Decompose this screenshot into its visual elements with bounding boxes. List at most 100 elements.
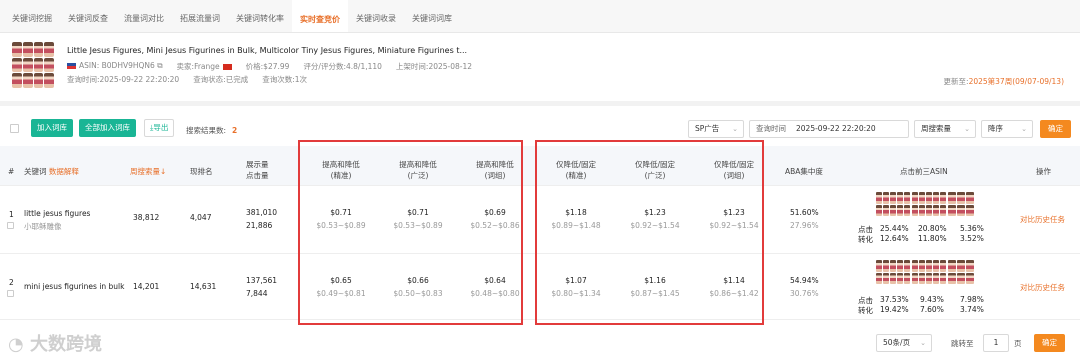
tab-keyword-reverse[interactable]: 关键词反查: [60, 0, 116, 32]
export-label: 导出: [153, 123, 169, 132]
asin-image[interactable]: [912, 260, 946, 284]
keyword-text[interactable]: little jesus figures: [24, 209, 90, 218]
tab-expand-traffic[interactable]: 拓展流量词: [172, 0, 228, 32]
sort-order-value: 降序: [988, 124, 1003, 133]
row-index: 2: [9, 278, 14, 287]
bid-up-phrase: $0.64: [484, 276, 506, 285]
result-count-value: 2: [232, 126, 238, 135]
bid-up-broad-range: $0.53~$0.89: [393, 221, 443, 230]
ad-type-select[interactable]: SP广告 ⌄: [688, 120, 744, 138]
product-meta-row2: 查询时间:2025-09-22 22:20:20 查询状态:已完成 查询次数:1…: [67, 74, 307, 85]
us-flag-icon: [67, 63, 76, 69]
tab-keyword-index[interactable]: 关键词收录: [348, 0, 404, 32]
ad-type-value: SP广告: [695, 124, 720, 133]
row-checkbox[interactable]: [7, 290, 14, 297]
row-index: 1: [9, 210, 14, 219]
col-keyword-label: 关键词: [24, 167, 47, 176]
top2-click: 20.80%: [918, 224, 947, 233]
sort-field-value: 周搜索量: [921, 124, 951, 133]
col-down-broad: 仅降低/固定 (广泛): [629, 159, 681, 181]
chevron-down-icon: ⌄: [920, 339, 926, 347]
top1-conv: 12.64%: [880, 234, 909, 243]
compare-history-link[interactable]: 对比历史任务: [1020, 214, 1065, 225]
col-down-phrase-type: (词组): [723, 171, 745, 180]
top1-click: 25.44%: [880, 224, 909, 233]
export-button[interactable]: ⤓导出: [144, 119, 175, 137]
page-confirm-button[interactable]: 确定: [1034, 334, 1065, 352]
tab-keyword-library[interactable]: 关键词词库: [404, 0, 460, 32]
col-up-phrase-type: (词组): [484, 171, 506, 180]
query-time-value: 2025-09-22 22:20:20: [796, 124, 876, 133]
page-unit: 页: [1014, 339, 1022, 348]
update-week: 2025第37周(09/07-09/13): [968, 77, 1064, 86]
bid-down-broad: $1.16: [644, 276, 666, 285]
query-time-text: 查询时间:2025-09-22 22:20:20: [67, 75, 180, 84]
confirm-button[interactable]: 确定: [1040, 120, 1071, 138]
product-thumbnail[interactable]: [12, 42, 54, 88]
result-count: 搜索结果数: 2: [186, 125, 237, 136]
impressions: 381,010: [246, 208, 278, 217]
bid-up-broad-range: $0.50~$0.83: [393, 289, 443, 298]
col-down-broad-label: 仅降低/固定: [634, 160, 676, 169]
tab-realtime-bid[interactable]: 实时查竞价: [292, 0, 348, 32]
top3-click: 5.36%: [960, 224, 984, 233]
data-explain-link[interactable]: 数据解释: [49, 167, 79, 176]
col-aba: ABA集中度: [785, 167, 823, 176]
aba-conv-share: 30.76%: [790, 289, 819, 298]
col-impressions-label: 展示量: [246, 160, 269, 169]
bid-up-broad: $0.66: [407, 276, 429, 285]
bid-up-exact: $0.71: [330, 208, 352, 217]
tab-keyword-conversion[interactable]: 关键词转化率: [228, 0, 292, 32]
col-up-broad: 提高和降低 (广泛): [395, 159, 441, 181]
asin-value: ASIN: B0DHV9HQN6: [79, 61, 155, 70]
sort-order-select[interactable]: 降序 ⌄: [981, 120, 1033, 138]
asin-image[interactable]: [876, 192, 910, 216]
aba-conv-share: 27.96%: [790, 221, 819, 230]
product-meta-row1: ASIN: B0DHV9HQN6 ⧉ 卖家:Frange 价格:$27.99 评…: [67, 61, 472, 72]
col-up-phrase-label: 提高和降低: [476, 160, 514, 169]
conv-label: 转化: [858, 306, 873, 315]
asin-image[interactable]: [876, 260, 910, 284]
watermark-logo: ◔ 大数跨境: [8, 330, 102, 356]
top3-conv: 3.52%: [960, 234, 984, 243]
col-down-phrase: 仅降低/固定 (词组): [708, 159, 760, 181]
product-info: Little Jesus Figures, Mini Jesus Figurin…: [12, 42, 1072, 90]
sort-field-select[interactable]: 周搜索量 ⌄: [914, 120, 976, 138]
asin-image[interactable]: [948, 192, 974, 216]
row-checkbox[interactable]: [7, 222, 14, 229]
bid-down-exact: $1.18: [565, 208, 587, 217]
asin-image[interactable]: [948, 260, 974, 284]
page-number-input[interactable]: 1: [983, 334, 1009, 352]
bid-down-exact-range: $0.89~$1.48: [551, 221, 601, 230]
keyword-text[interactable]: mini jesus figurines in bulk: [24, 282, 125, 291]
conv-label: 转化: [858, 235, 873, 244]
query-time-select[interactable]: 查询时间 2025-09-22 22:20:20: [749, 120, 909, 138]
clicks: 7,844: [246, 289, 268, 298]
watermark-text: 大数跨境: [29, 334, 102, 355]
bid-up-broad: $0.71: [407, 208, 429, 217]
bid-down-phrase-range: $0.86~$1.42: [709, 289, 759, 298]
watermark-icon: ◔: [8, 334, 30, 355]
page-size-select[interactable]: 50条/页 ⌄: [876, 334, 932, 352]
bid-up-exact: $0.65: [330, 276, 352, 285]
col-search-volume[interactable]: 周搜索量↓: [130, 166, 166, 177]
rank: 4,047: [190, 213, 212, 222]
asin-image[interactable]: [912, 192, 946, 216]
tab-traffic-compare[interactable]: 流量词对比: [116, 0, 172, 32]
bid-down-broad-range: $0.87~$1.45: [630, 289, 680, 298]
add-all-to-library-button[interactable]: 全部加入词库: [79, 119, 136, 137]
top3-asin-images: [876, 192, 974, 216]
add-to-library-button[interactable]: 加入词库: [31, 119, 73, 137]
bid-up-exact-range: $0.53~$0.89: [316, 221, 366, 230]
query-status-text: 查询状态:已完成: [193, 75, 249, 84]
compare-history-link[interactable]: 对比历史任务: [1020, 282, 1065, 293]
copy-icon[interactable]: ⧉: [157, 61, 162, 70]
impressions: 137,561: [246, 276, 278, 285]
top3-conv: 3.74%: [960, 305, 984, 314]
select-all-checkbox[interactable]: [10, 124, 19, 133]
chevron-down-icon: ⌄: [1021, 125, 1027, 133]
bid-down-phrase: $1.14: [723, 276, 745, 285]
product-title[interactable]: Little Jesus Figures, Mini Jesus Figurin…: [67, 46, 467, 55]
bid-up-phrase: $0.69: [484, 208, 506, 217]
tab-keyword-mining[interactable]: 关键词挖掘: [4, 0, 60, 32]
